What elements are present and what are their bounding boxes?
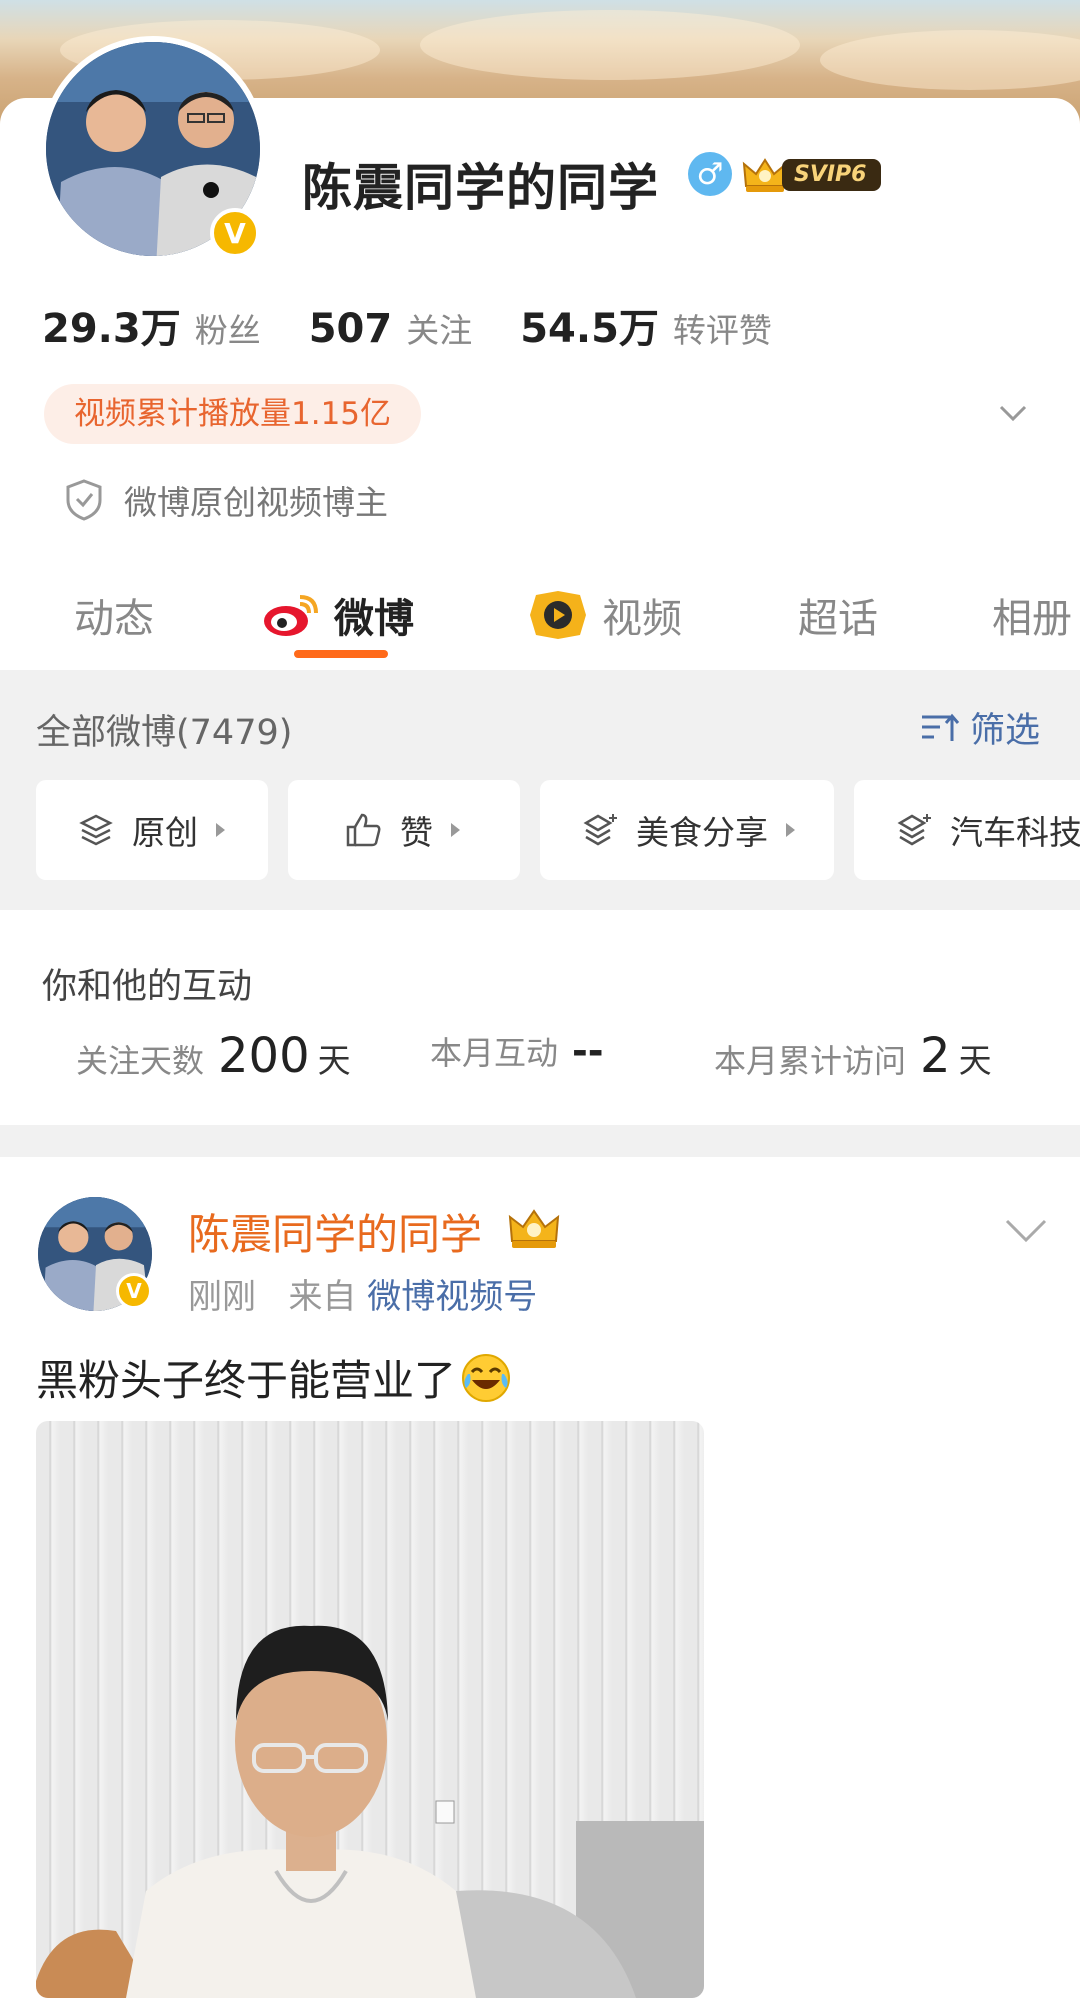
following-count[interactable]: 507: [309, 306, 393, 352]
verified-badge-icon: V: [210, 208, 260, 258]
layers-icon: [79, 814, 113, 846]
thumbs-up-icon: [346, 813, 381, 847]
feed-filter-area: 全部微博(7479) 筛选 原创 赞 美食分享 汽车科技: [0, 670, 1080, 910]
layers-sparkle-icon: [583, 814, 617, 846]
tab-chaohua[interactable]: 超话: [798, 586, 878, 644]
post-from-label: 来自: [288, 1277, 357, 1317]
chip-arrow-icon: [216, 823, 225, 837]
post-video-thumbnail[interactable]: [36, 1421, 704, 1998]
section-divider: [0, 1125, 1080, 1157]
tab-video[interactable]: 视频: [528, 586, 682, 644]
profile-stats: 29.3万 粉丝 507 关注 54.5万 转评赞: [42, 296, 820, 354]
monthly-visits-stat: 本月累计访问 2 天: [714, 1028, 992, 1084]
interaction-title: 你和他的互动: [42, 967, 253, 1007]
profile-tabs: 动态 微博 视频 超话 相册: [0, 560, 1080, 670]
video-icon: [530, 591, 586, 639]
followers-count[interactable]: 29.3万: [42, 296, 181, 354]
svip-label: SVIP6: [782, 159, 881, 191]
following-label[interactable]: 关注: [406, 304, 472, 352]
chip-food[interactable]: 美食分享: [540, 780, 834, 880]
weibo-icon: [264, 595, 318, 636]
video-play-count-pill[interactable]: 视频累计播放量1.15亿: [44, 384, 422, 444]
svip-badge[interactable]: SVIP6: [742, 156, 881, 194]
post-text: 黑粉头子终于能营业了: [36, 1347, 512, 1408]
monthly-interaction-stat: 本月互动 --: [430, 1029, 604, 1073]
vip-crown-icon: [508, 1209, 560, 1248]
interaction-section: 你和他的互动 关注天数 200 天 本月互动 -- 本月累计访问 2 天: [0, 910, 1080, 1125]
chevron-down-icon[interactable]: [998, 398, 1028, 428]
chip-auto-tech[interactable]: 汽车科技: [854, 780, 1080, 880]
followers-label[interactable]: 粉丝: [195, 304, 261, 352]
tab-dongtai[interactable]: 动态: [74, 586, 154, 644]
weibo-post: V 陈震同学的同学 刚刚 来自 微博视频号 黑粉头子终于能营业了: [0, 1157, 1080, 1998]
post-verified-badge-icon: V: [116, 1273, 152, 1309]
layers-sparkle-icon: [897, 814, 931, 846]
engagement-count: 54.5万: [520, 306, 659, 352]
post-menu-chevron-icon[interactable]: [1004, 1215, 1048, 1245]
filter-sort-icon: [922, 713, 960, 741]
post-meta: 刚刚 来自 微博视频号: [188, 1269, 537, 1318]
chip-arrow-icon: [786, 823, 795, 837]
follow-days-stat: 关注天数 200 天: [76, 1028, 351, 1084]
filter-button[interactable]: 筛选: [920, 702, 1040, 753]
active-tab-indicator: [294, 650, 388, 658]
chip-arrow-icon: [451, 823, 460, 837]
filter-label: 筛选: [970, 711, 1041, 751]
post-author-name[interactable]: 陈震同学的同学: [188, 1201, 482, 1262]
laughing-tears-emoji-icon: [462, 1353, 511, 1402]
original-creator-label: 微博原创视频博主: [124, 483, 388, 522]
shield-check-icon: [66, 479, 102, 521]
post-time: 刚刚: [188, 1277, 256, 1317]
male-icon: ♂: [688, 152, 732, 196]
chip-original[interactable]: 原创: [36, 780, 268, 880]
original-creator-badge[interactable]: 微博原创视频博主: [64, 476, 388, 524]
tab-album[interactable]: 相册: [992, 586, 1072, 644]
all-weibo-count[interactable]: 全部微博(7479): [36, 704, 292, 755]
profile-name: 陈震同学的同学: [302, 159, 659, 217]
chip-likes[interactable]: 赞: [288, 780, 520, 880]
post-source-link[interactable]: 微博视频号: [367, 1277, 537, 1317]
tab-weibo[interactable]: 微博: [262, 586, 414, 644]
engagement-label: 转评赞: [672, 311, 772, 350]
